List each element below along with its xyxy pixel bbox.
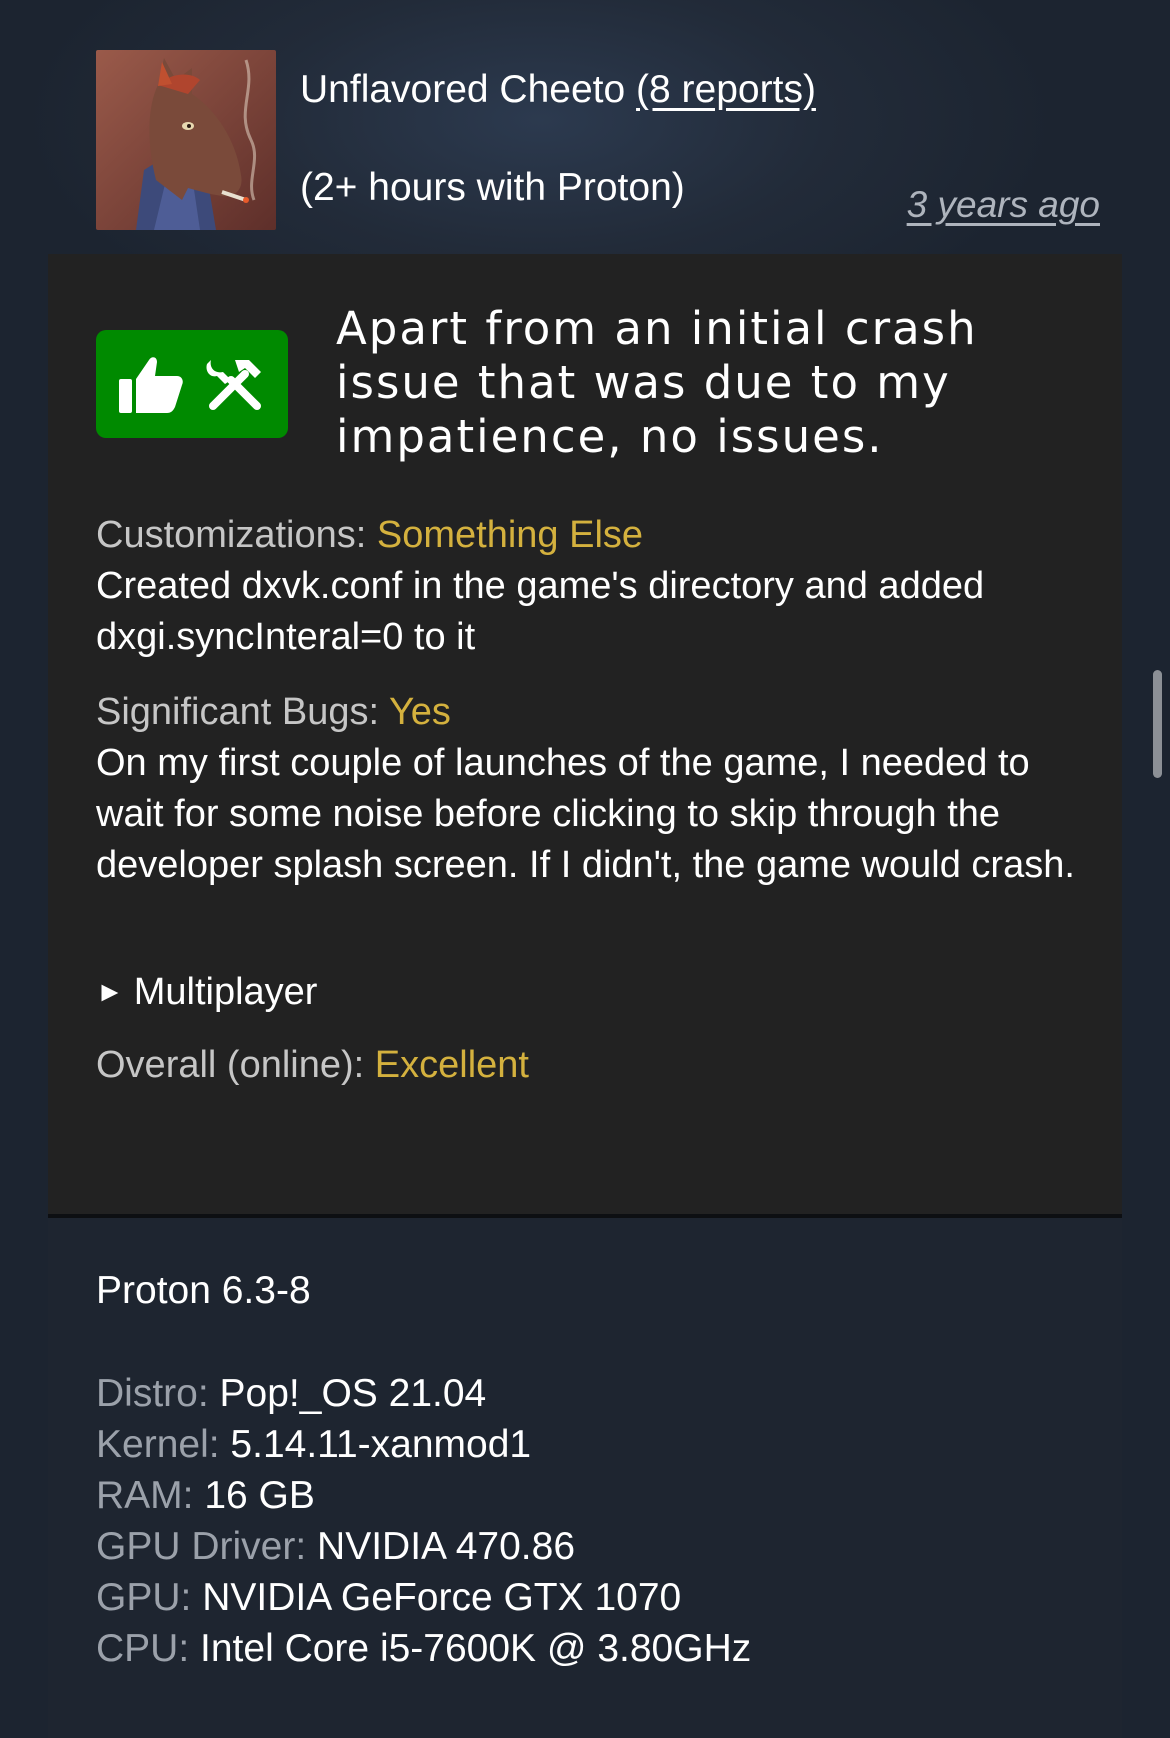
avatar[interactable]: [96, 50, 276, 230]
tools-icon: [206, 360, 261, 410]
proton-version: Proton 6.3-8: [96, 1269, 311, 1312]
spec-row-cpu: CPU: Intel Core i5-7600K @ 3.80GHz: [96, 1623, 751, 1674]
reports-link[interactable]: (8 reports): [636, 68, 816, 111]
system-spec-list: Distro: Pop!_OS 21.04 Kernel: 5.14.11-xa…: [96, 1368, 751, 1674]
significant-bugs-value: Yes: [388, 691, 451, 733]
spec-label: GPU Driver:: [96, 1525, 307, 1568]
customizations-section: Customizations: Something Else Created d…: [96, 510, 1086, 663]
significant-bugs-label: Significant Bugs:: [96, 691, 380, 733]
spec-value: NVIDIA GeForce GTX 1070: [202, 1576, 682, 1619]
author-line: Unflavored Cheeto (8 reports): [300, 66, 816, 114]
report-card: Apart from an initial crash issue that w…: [48, 254, 1122, 1216]
report-header: Unflavored Cheeto (8 reports) (2+ hours …: [96, 50, 1100, 232]
expand-triangle-icon: ►: [96, 976, 124, 1007]
spec-value: NVIDIA 470.86: [317, 1525, 576, 1568]
significant-bugs-section: Significant Bugs: Yes On my first couple…: [96, 687, 1086, 891]
protondb-report-page: Unflavored Cheeto (8 reports) (2+ hours …: [0, 0, 1170, 1738]
scrollbar-thumb[interactable]: [1153, 670, 1162, 778]
spec-label: CPU:: [96, 1627, 190, 1670]
spec-row-gpu-driver: GPU Driver: NVIDIA 470.86: [96, 1521, 751, 1572]
spec-row-kernel: Kernel: 5.14.11-xanmod1: [96, 1419, 751, 1470]
spec-value: 5.14.11-xanmod1: [230, 1423, 532, 1466]
spec-row-distro: Distro: Pop!_OS 21.04: [96, 1368, 751, 1419]
playtime: (2+ hours with Proton): [300, 166, 685, 209]
spec-row-ram: RAM: 16 GB: [96, 1470, 751, 1521]
spec-label: Kernel:: [96, 1423, 220, 1466]
thumbs-up-icon: [119, 357, 183, 413]
spec-value: Pop!_OS 21.04: [219, 1372, 487, 1415]
spec-label: GPU:: [96, 1576, 192, 1619]
author-name[interactable]: Unflavored Cheeto: [300, 68, 625, 111]
spec-value: Intel Core i5-7600K @ 3.80GHz: [200, 1627, 752, 1670]
spec-label: RAM:: [96, 1474, 194, 1517]
overall-online-value: Excellent: [374, 1044, 529, 1086]
report-summary: Apart from an initial crash issue that w…: [336, 302, 978, 463]
overall-online-label: Overall (online):: [96, 1044, 365, 1086]
overall-online-section: Overall (online): Excellent: [96, 1040, 1086, 1091]
report-timestamp-link[interactable]: 3 years ago: [907, 182, 1100, 228]
system-info-panel: Proton 6.3-8 Distro: Pop!_OS 21.04 Kerne…: [48, 1218, 1122, 1738]
multiplayer-label: Multiplayer: [133, 971, 318, 1013]
horse-avatar-icon: [96, 50, 276, 230]
customizations-label: Customizations:: [96, 514, 367, 556]
customizations-details: Created dxvk.conf in the game's director…: [96, 565, 985, 658]
customizations-value: Something Else: [376, 514, 644, 556]
spec-value: 16 GB: [204, 1474, 315, 1517]
spec-row-gpu: GPU: NVIDIA GeForce GTX 1070: [96, 1572, 751, 1623]
significant-bugs-details: On my first couple of launches of the ga…: [96, 742, 1075, 886]
spec-label: Distro:: [96, 1372, 209, 1415]
multiplayer-toggle[interactable]: ► Multiplayer: [96, 966, 1086, 1018]
rating-badge: [96, 330, 288, 438]
